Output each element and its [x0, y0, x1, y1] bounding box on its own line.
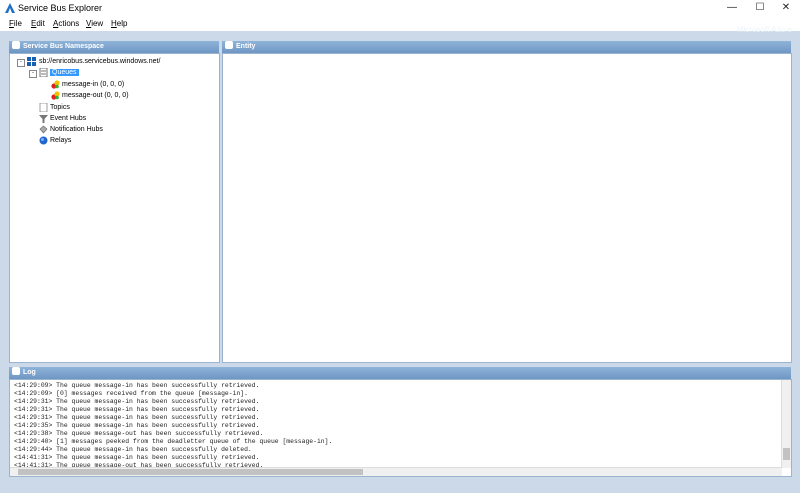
log-line: <14:29:38> The queue message-out has bee…	[14, 430, 264, 437]
queues-icon	[39, 68, 48, 77]
namespace-panel-header: Service Bus Namespace	[9, 41, 219, 53]
log-hscroll-thumb[interactable]	[18, 469, 363, 475]
tree-item-event-hubs[interactable]: Event Hubs	[50, 114, 86, 124]
title-bar: Service Bus Explorer — ☐ ✕	[0, 0, 800, 16]
brand-label: Microsoft Azure	[736, 25, 792, 34]
event-hubs-icon	[39, 115, 48, 123]
log-line: <14:29:09> [0] messages received from th…	[14, 390, 248, 397]
menu-bar: File Edit Actions View Help	[0, 16, 800, 31]
log-line: <14:29:31> The queue message-in has been…	[14, 414, 260, 421]
entity-panel-header: Entity	[222, 41, 791, 53]
entity-panel-title: Entity	[236, 43, 256, 50]
window-title: Service Bus Explorer	[18, 3, 103, 13]
log-header-icon	[12, 367, 20, 375]
log-vertical-scrollbar[interactable]	[781, 380, 791, 468]
entity-panel-body	[222, 53, 792, 363]
queue-status-icon	[51, 80, 60, 89]
log-vscroll-thumb[interactable]	[783, 448, 790, 460]
namespace-header-icon	[12, 41, 20, 49]
log-line: <14:41:31> The queue message-in has been…	[14, 454, 260, 461]
main-area: Microsoft Azure Service Bus Namespace - …	[0, 25, 800, 493]
menu-view[interactable]: View	[86, 19, 103, 28]
menu-help[interactable]: Help	[111, 19, 127, 28]
log-line: <14:29:40> [1] messages peeked from the …	[14, 438, 333, 445]
tree-item-queue-message-out[interactable]: message-out (0, 0, 0)	[62, 91, 129, 101]
menu-edit[interactable]: Edit	[31, 19, 45, 28]
log-lines: <14:29:09> The queue message-in has been…	[10, 380, 791, 470]
log-line: <14:29:09> The queue message-in has been…	[14, 382, 260, 389]
root-expander[interactable]: -	[17, 59, 25, 67]
log-line: <14:29:31> The queue message-in has been…	[14, 406, 260, 413]
tree-item-relays[interactable]: Relays	[50, 136, 71, 146]
tree-item-topics[interactable]: Topics	[50, 103, 70, 113]
queue-status-icon	[51, 91, 60, 100]
entity-header-icon	[225, 41, 233, 49]
close-button[interactable]: ✕	[772, 0, 800, 16]
queues-expander[interactable]: -	[29, 70, 37, 78]
log-panel-title: Log	[23, 369, 36, 376]
log-horizontal-scrollbar[interactable]	[10, 467, 782, 476]
maximize-button[interactable]: ☐	[746, 0, 774, 16]
windows-icon	[27, 57, 36, 66]
menu-file[interactable]: File	[9, 19, 22, 28]
log-line: <14:29:44> The queue message-in has been…	[14, 446, 252, 453]
topics-icon	[39, 103, 48, 112]
notification-hubs-icon	[39, 125, 48, 134]
log-line: <14:29:35> The queue message-in has been…	[14, 422, 260, 429]
namespace-tree[interactable]: - sb://enricobus.servicebus.windows.net/…	[9, 53, 220, 363]
log-line: <14:29:31> The queue message-in has been…	[14, 398, 260, 405]
tree-item-namespace[interactable]: sb://enricobus.servicebus.windows.net/	[39, 57, 160, 67]
tree-item-queues[interactable]: Queues	[50, 68, 79, 78]
tree-item-queue-message-in[interactable]: message-in (0, 0, 0)	[62, 80, 124, 90]
log-panel-body[interactable]: <14:29:09> The queue message-in has been…	[9, 379, 792, 477]
log-panel-header: Log	[9, 367, 791, 379]
app-logo-icon	[5, 3, 15, 13]
menu-actions[interactable]: Actions	[53, 19, 79, 28]
relays-icon	[39, 136, 48, 145]
tree-item-notification-hubs[interactable]: Notification Hubs	[50, 125, 103, 135]
minimize-button[interactable]: —	[718, 0, 746, 16]
namespace-panel-title: Service Bus Namespace	[23, 43, 104, 50]
